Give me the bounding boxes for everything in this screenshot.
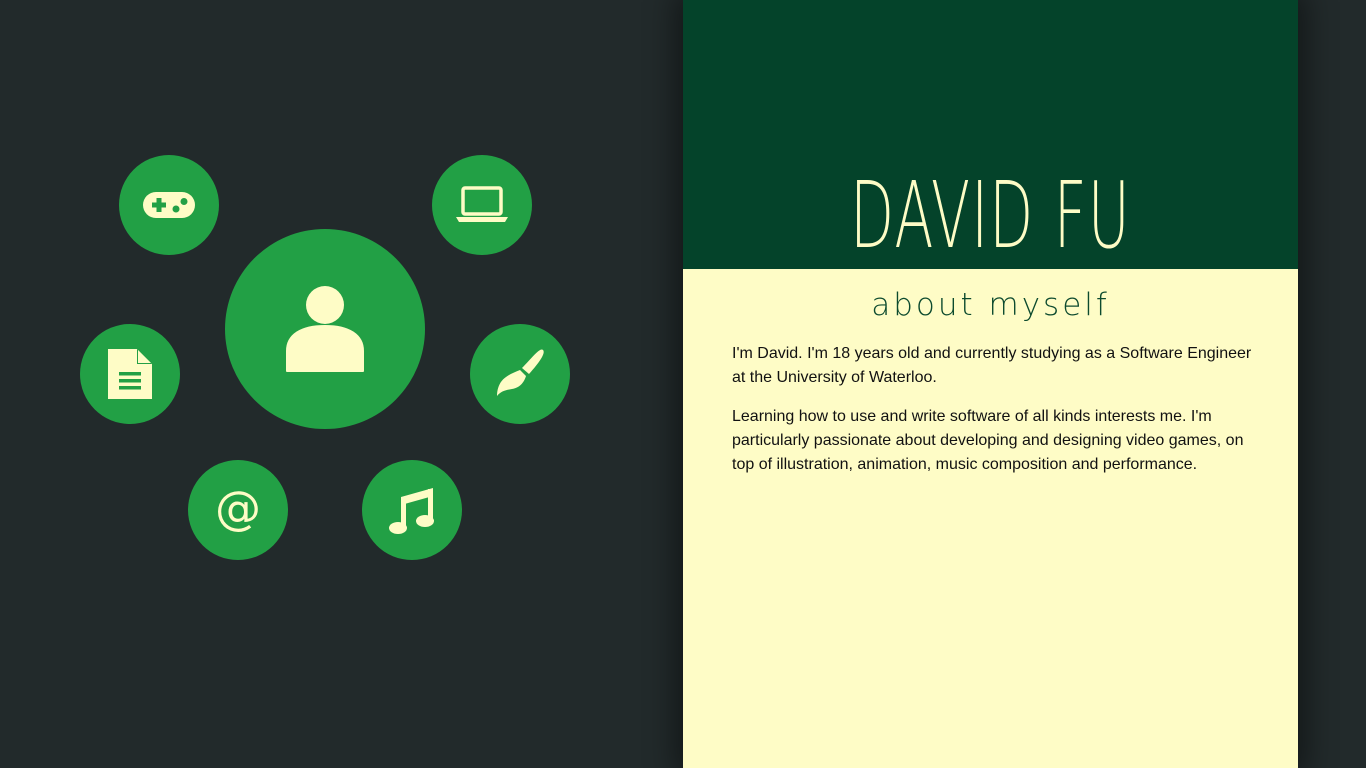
document-icon xyxy=(107,348,153,400)
games-button[interactable] xyxy=(119,155,219,255)
resume-button[interactable] xyxy=(80,324,180,424)
icon-navigation: @ xyxy=(0,0,683,768)
at-sign-icon: @ xyxy=(215,481,261,535)
header-banner: DAVID FU xyxy=(683,0,1298,269)
contact-button[interactable]: @ xyxy=(188,460,288,560)
paintbrush-icon xyxy=(493,347,547,401)
about-button[interactable] xyxy=(225,229,425,429)
music-note-icon xyxy=(388,485,436,535)
laptop-icon xyxy=(454,185,510,225)
about-paragraph-2: Learning how to use and write software o… xyxy=(732,408,1244,473)
software-button[interactable] xyxy=(432,155,532,255)
person-icon xyxy=(285,285,365,373)
page-title: DAVID FU xyxy=(850,162,1131,269)
music-button[interactable] xyxy=(362,460,462,560)
art-button[interactable] xyxy=(470,324,570,424)
about-text: I'm David. I'm 18 years old and currentl… xyxy=(732,342,1252,492)
content-panel: DAVID FU about myself I'm David. I'm 18 … xyxy=(683,0,1298,768)
about-paragraph-1: I'm David. I'm 18 years old and currentl… xyxy=(732,345,1252,386)
section-heading: about myself xyxy=(871,287,1110,323)
gamepad-icon xyxy=(141,190,197,220)
